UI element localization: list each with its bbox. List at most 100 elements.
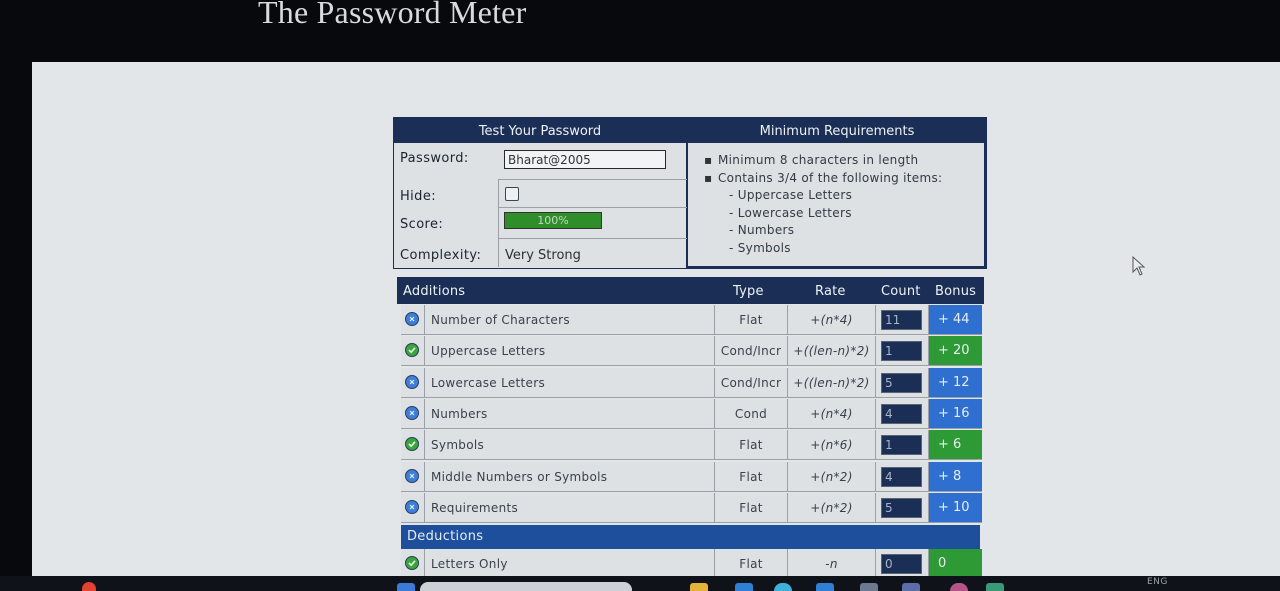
score-bar: 100% bbox=[504, 212, 602, 229]
bonus-header: Bonus bbox=[935, 284, 977, 299]
password-test-panel: Test Your Password Minimum Requirements … bbox=[393, 117, 987, 269]
row-rate-cell: +(n*4) bbox=[788, 398, 876, 429]
row-name-cell: Number of Characters bbox=[425, 305, 715, 335]
start-icon[interactable] bbox=[397, 583, 415, 591]
count-field: 1 bbox=[881, 435, 922, 456]
password-input[interactable]: Bharat@2005 bbox=[504, 150, 666, 169]
exceed-icon bbox=[405, 499, 419, 514]
check-icon bbox=[405, 437, 419, 452]
status-cell bbox=[401, 549, 425, 579]
row-rate: +(n*2) bbox=[810, 500, 853, 515]
row-count-cell: 11 bbox=[876, 305, 929, 335]
row-type-cell: Cond bbox=[715, 398, 788, 429]
store-icon[interactable] bbox=[816, 583, 834, 591]
exceed-icon bbox=[405, 374, 419, 389]
table-row: Middle Numbers or Symbols Flat +(n*2) 4 + 8 bbox=[397, 461, 984, 493]
row-type-cell: Flat bbox=[715, 430, 788, 461]
file-explorer-icon[interactable] bbox=[690, 583, 708, 591]
table-row: Uppercase Letters Cond/Incr +((len-n)*2) 1 +… bbox=[397, 336, 984, 367]
row-name: Number of Characters bbox=[431, 313, 570, 327]
row-rate: -n bbox=[825, 557, 838, 571]
additions-header: Additions bbox=[403, 284, 466, 299]
row-bonus-cell: + 6 bbox=[929, 430, 982, 461]
row-type: Cond bbox=[734, 406, 768, 421]
row-count-cell: 4 bbox=[876, 461, 929, 492]
row-name-cell: Lowercase Letters bbox=[425, 367, 715, 398]
status-cell bbox=[401, 336, 425, 367]
row-rate: +((len-n)*2) bbox=[793, 375, 870, 390]
mouse-cursor-icon bbox=[1132, 256, 1146, 276]
row-name: Symbols bbox=[431, 438, 485, 453]
check-icon bbox=[405, 556, 419, 570]
status-cell bbox=[401, 398, 425, 429]
requirement-subitem: - Symbols bbox=[729, 240, 791, 255]
count-field: 4 bbox=[881, 403, 922, 424]
row-name: Letters Only bbox=[431, 557, 508, 571]
count-field: 0 bbox=[881, 554, 922, 574]
row-count-cell: 5 bbox=[876, 492, 929, 523]
score-percent: 100% bbox=[537, 214, 569, 227]
app-icon[interactable] bbox=[735, 583, 753, 591]
hide-checkbox[interactable] bbox=[505, 187, 519, 201]
weather-icon[interactable] bbox=[82, 582, 96, 591]
language-indicator[interactable]: ENG bbox=[1147, 577, 1168, 587]
bonus-value: + 12 bbox=[938, 374, 970, 390]
edge-icon[interactable] bbox=[774, 583, 792, 591]
row-name: Uppercase Letters bbox=[431, 344, 546, 359]
bonus-value: + 6 bbox=[938, 437, 962, 453]
row-rate-cell: +((len-n)*2) bbox=[788, 367, 876, 398]
row-rate-cell: +(n*4) bbox=[788, 305, 876, 335]
bonus-value: 0 bbox=[938, 556, 947, 571]
row-type: Cond/Incr bbox=[720, 375, 782, 390]
status-cell bbox=[401, 492, 425, 523]
test-password-heading: Test Your Password bbox=[478, 124, 602, 139]
table-row: Numbers Cond +(n*4) 4 + 16 bbox=[397, 398, 984, 430]
row-count-cell: 0 bbox=[876, 549, 929, 579]
row-rate: +((len-n)*2) bbox=[793, 344, 870, 359]
count-field: 5 bbox=[881, 372, 922, 393]
row-rate-cell: +(n*6) bbox=[788, 430, 876, 461]
exceed-icon bbox=[405, 405, 419, 420]
rate-header: Rate bbox=[815, 284, 846, 299]
app-icon[interactable] bbox=[986, 583, 1004, 591]
bonus-value: + 8 bbox=[938, 468, 962, 484]
count-field: 1 bbox=[881, 341, 922, 362]
row-type-cell: Flat bbox=[715, 461, 788, 492]
minimum-requirements-heading: Minimum Requirements bbox=[759, 124, 915, 139]
row-rate: +(n*6) bbox=[810, 438, 853, 453]
taskbar-search[interactable] bbox=[420, 582, 632, 591]
hide-label: Hide: bbox=[400, 189, 437, 204]
password-label: Password: bbox=[400, 151, 469, 166]
app-icon[interactable] bbox=[902, 583, 920, 591]
row-type-cell: Flat bbox=[715, 492, 788, 523]
table-row: Number of Characters Flat +(n*4) 11 + 44 bbox=[397, 305, 984, 336]
status-cell bbox=[401, 461, 425, 492]
count-header: Count bbox=[881, 284, 921, 299]
bonus-value: + 10 bbox=[938, 499, 970, 515]
row-bonus-cell: + 44 bbox=[929, 305, 982, 335]
complexity-label: Complexity: bbox=[400, 248, 482, 263]
site-title: The Password Meter bbox=[258, 0, 527, 30]
row-type: Flat bbox=[739, 438, 763, 453]
score-label: Score: bbox=[400, 217, 444, 232]
row-name-cell: Uppercase Letters bbox=[425, 336, 715, 367]
bonus-value: + 20 bbox=[938, 343, 970, 359]
requirements-list: Minimum 8 characters in length Contains … bbox=[718, 152, 942, 257]
row-name: Middle Numbers or Symbols bbox=[431, 469, 608, 484]
app-icon[interactable] bbox=[950, 583, 968, 591]
exceed-icon bbox=[405, 312, 419, 326]
row-count-cell: 1 bbox=[876, 430, 929, 461]
count-field: 11 bbox=[881, 310, 922, 330]
row-bonus-cell: + 20 bbox=[929, 336, 982, 367]
row-type: Cond/Incr bbox=[720, 344, 782, 359]
row-name: Lowercase Letters bbox=[431, 375, 546, 390]
complexity-value: Very Strong bbox=[505, 248, 581, 263]
requirement-subitem: - Numbers bbox=[729, 223, 795, 237]
table-row: Lowercase Letters Cond/Incr +((len-n)*2) 5 +… bbox=[397, 367, 984, 399]
password-form: Password: Bharat@2005 Hide: Score: 100% … bbox=[394, 143, 687, 268]
requirement-item: Contains 3/4 of the following items: bbox=[718, 170, 942, 188]
bonus-value: + 44 bbox=[938, 312, 970, 327]
row-type: Flat bbox=[739, 557, 763, 571]
app-icon[interactable] bbox=[860, 583, 878, 591]
deductions-header: Deductions bbox=[401, 525, 980, 549]
